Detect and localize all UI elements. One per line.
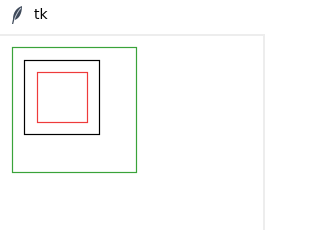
canvas[interactable] (0, 36, 263, 230)
outer-green-square (11, 46, 138, 174)
inner-red-square (36, 71, 89, 124)
app-window: tk (0, 0, 265, 230)
title-bar[interactable]: tk (0, 0, 265, 34)
window-title: tk (34, 7, 48, 23)
canvas-area[interactable] (0, 36, 265, 230)
middle-black-square (23, 59, 101, 136)
feather-icon (10, 5, 24, 25)
